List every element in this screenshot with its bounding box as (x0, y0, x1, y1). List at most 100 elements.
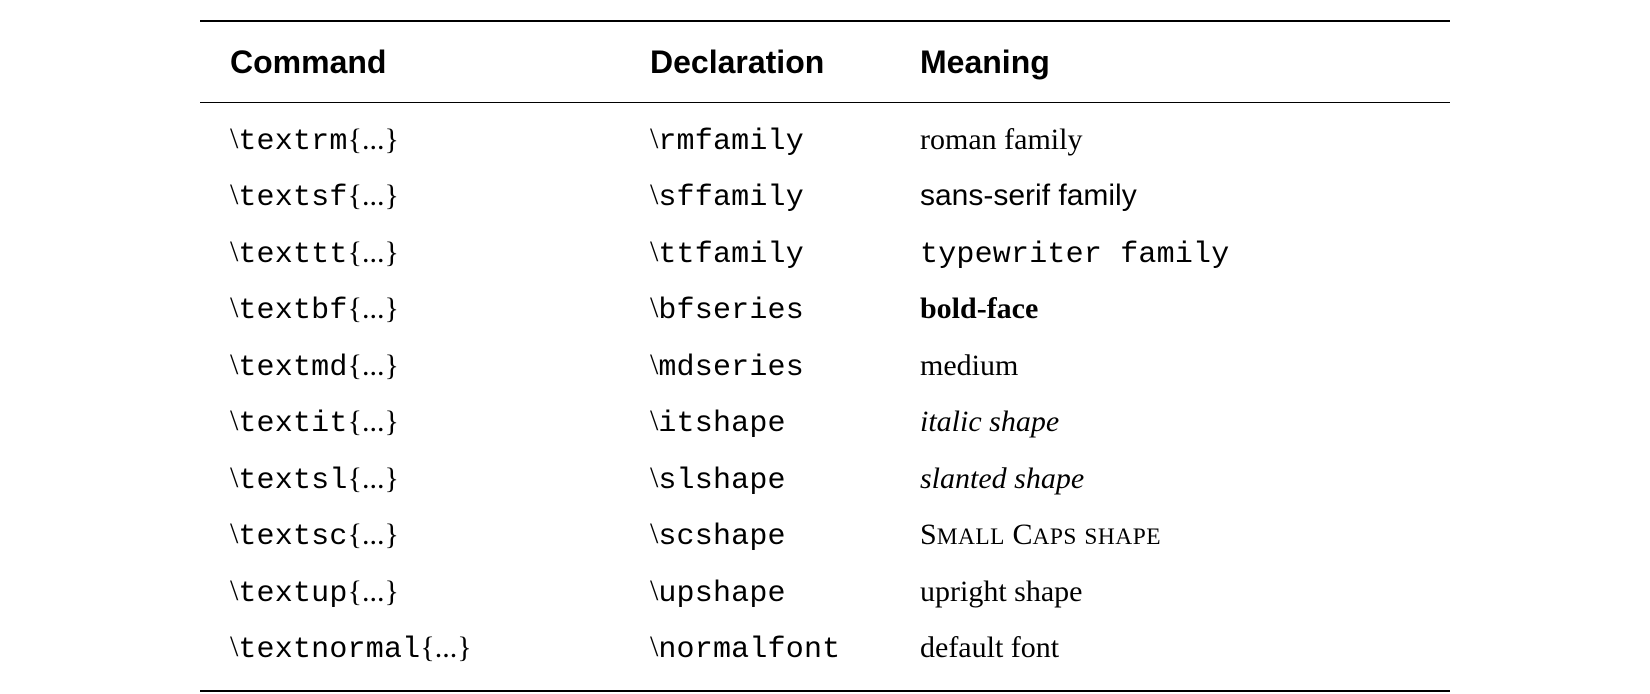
command-cell: \textit{...} (230, 399, 650, 448)
meaning-cell: medium (920, 343, 1450, 390)
command-cell: \textsf{...} (230, 173, 650, 222)
command-cell: \texttt{...} (230, 230, 650, 279)
command-arg-braces: {...} (348, 236, 399, 269)
command-name: textit (238, 407, 347, 441)
backslash-icon: \ (650, 568, 658, 615)
meaning-text: roman family (920, 123, 1082, 156)
meaning-cell: default font (920, 625, 1450, 672)
backslash-icon: \ (650, 398, 658, 445)
declaration-cell: \itshape (650, 399, 920, 448)
command-cell: \textrm{...} (230, 117, 650, 166)
backslash-icon: \ (230, 511, 238, 558)
declaration-cell: \mdseries (650, 343, 920, 392)
declaration-name: rmfamily (658, 125, 804, 159)
meaning-text: sans-serif family (920, 179, 1137, 212)
meaning-text: upright shape (920, 575, 1082, 608)
meaning-text: typewriter family (920, 238, 1229, 272)
meaning-text: slanted shape (920, 462, 1084, 495)
command-cell: \textsl{...} (230, 456, 650, 505)
backslash-icon: \ (230, 342, 238, 389)
backslash-icon: \ (650, 511, 658, 558)
command-cell: \textbf{...} (230, 286, 650, 335)
declaration-name: slshape (658, 464, 785, 498)
declaration-name: mdseries (658, 351, 804, 385)
declaration-cell: \bfseries (650, 286, 920, 335)
bottom-rule (200, 690, 1450, 692)
declaration-name: sffamily (658, 181, 804, 215)
table-row: \textsl{...}\slshapeslanted shape (200, 452, 1450, 509)
table-row: \textbf{...}\bfseriesbold-face (200, 282, 1450, 339)
command-name: textmd (238, 351, 347, 385)
declaration-cell: \upshape (650, 569, 920, 618)
meaning-cell: upright shape (920, 569, 1450, 616)
meaning-text: bold-face (920, 292, 1038, 325)
declaration-name: scshape (658, 520, 785, 554)
meaning-text: Small Caps shape (920, 518, 1161, 551)
command-arg-braces: {...} (348, 123, 399, 156)
command-name: textsl (238, 464, 347, 498)
meaning-text: default font (920, 631, 1059, 664)
table-body: \textrm{...}\rmfamilyroman family\textsf… (200, 103, 1450, 690)
command-name: textnormal (238, 633, 420, 667)
meaning-cell: roman family (920, 117, 1450, 164)
backslash-icon: \ (650, 455, 658, 502)
declaration-cell: \slshape (650, 456, 920, 505)
backslash-icon: \ (650, 342, 658, 389)
command-cell: \textsc{...} (230, 512, 650, 561)
meaning-text: medium (920, 349, 1018, 382)
command-arg-braces: {...} (348, 462, 399, 495)
command-cell: \textmd{...} (230, 343, 650, 392)
table-header: Command Declaration Meaning (200, 22, 1450, 102)
meaning-cell: sans-serif family (920, 173, 1450, 220)
command-arg-braces: {...} (348, 575, 399, 608)
backslash-icon: \ (230, 398, 238, 445)
command-cell: \textup{...} (230, 569, 650, 618)
table-row: \textrm{...}\rmfamilyroman family (200, 113, 1450, 170)
table-row: \textup{...}\upshapeupright shape (200, 565, 1450, 622)
backslash-icon: \ (230, 624, 238, 671)
command-cell: \textnormal{...} (230, 625, 650, 674)
command-name: textrm (238, 125, 347, 159)
backslash-icon: \ (650, 116, 658, 163)
command-arg-braces: {...} (348, 405, 399, 438)
declaration-cell: \scshape (650, 512, 920, 561)
backslash-icon: \ (230, 455, 238, 502)
table-row: \textsc{...}\scshapeSmall Caps shape (200, 508, 1450, 565)
command-arg-braces: {...} (348, 349, 399, 382)
command-name: texttt (238, 238, 347, 272)
command-name: textsc (238, 520, 347, 554)
meaning-cell: italic shape (920, 399, 1450, 446)
table-row: \textsf{...}\sffamilysans-serif family (200, 169, 1450, 226)
declaration-cell: \rmfamily (650, 117, 920, 166)
command-name: textbf (238, 294, 347, 328)
declaration-name: normalfont (658, 633, 840, 667)
command-arg-braces: {...} (420, 631, 471, 664)
meaning-cell: typewriter family (920, 230, 1450, 279)
font-commands-table: Command Declaration Meaning \textrm{...}… (0, 0, 1650, 692)
command-name: textup (238, 577, 347, 611)
table-row: \texttt{...}\ttfamilytypewriter family (200, 226, 1450, 283)
backslash-icon: \ (230, 285, 238, 332)
backslash-icon: \ (650, 285, 658, 332)
header-row: Command Declaration Meaning (200, 22, 1450, 102)
table-row: \textmd{...}\mdseriesmedium (200, 339, 1450, 396)
declaration-name: ttfamily (658, 238, 804, 272)
command-arg-braces: {...} (348, 292, 399, 325)
backslash-icon: \ (230, 116, 238, 163)
backslash-icon: \ (650, 172, 658, 219)
meaning-cell: Small Caps shape (920, 512, 1450, 559)
declaration-name: itshape (658, 407, 785, 441)
declaration-cell: \sffamily (650, 173, 920, 222)
declaration-name: bfseries (658, 294, 804, 328)
backslash-icon: \ (230, 229, 238, 276)
command-arg-braces: {...} (348, 518, 399, 551)
table-row: \textit{...}\itshapeitalic shape (200, 395, 1450, 452)
command-arg-braces: {...} (348, 179, 399, 212)
meaning-cell: slanted shape (920, 456, 1450, 503)
backslash-icon: \ (230, 568, 238, 615)
declaration-cell: \ttfamily (650, 230, 920, 279)
header-meaning: Meaning (920, 38, 1450, 88)
backslash-icon: \ (650, 229, 658, 276)
meaning-cell: bold-face (920, 286, 1450, 333)
table-row: \textnormal{...}\ normalfont default font (200, 621, 1450, 678)
